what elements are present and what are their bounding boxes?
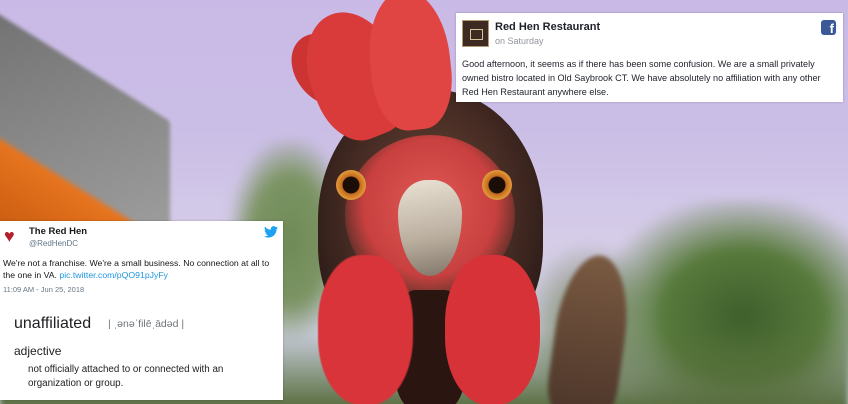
tweet-media-link[interactable]: pic.twitter.com/pQO91pJyFy (59, 270, 168, 280)
facebook-logo-icon: f (821, 20, 836, 35)
facebook-post-card: Red Hen Restaurant on Saturday f Good af… (456, 13, 843, 102)
post-body: Good afternoon, it seems as if there has… (462, 59, 821, 97)
tweet-author[interactable]: The Red Hen (29, 226, 87, 237)
definition-part-of-speech: adjective (14, 344, 62, 358)
rooster-wattle (318, 255, 413, 404)
red-hen-avatar-icon[interactable]: ♥ (4, 226, 24, 246)
post-author[interactable]: Red Hen Restaurant (495, 21, 600, 33)
twitter-bird-icon (264, 226, 278, 238)
rooster-wattle (445, 255, 540, 404)
tweet-handle[interactable]: @RedHenDC (29, 239, 78, 248)
definition-meaning: not officially attached to or connected … (28, 364, 224, 389)
tweet-timestamp[interactable]: 11:09 AM - Jun 25, 2018 (3, 285, 84, 294)
tweet-text: We're not a franchise. We're a small bus… (3, 258, 270, 280)
rooster-eye-right (482, 170, 512, 200)
tweet-card: ♥ The Red Hen @RedHenDC We're not a fran… (0, 221, 283, 400)
post-timestamp[interactable]: on Saturday (495, 36, 544, 46)
definition-pronunciation: | ˌənəˈfilēˌādəd | (108, 318, 185, 330)
rooster-eye-left (336, 170, 366, 200)
definition-word: unaffiliated (14, 315, 92, 332)
restaurant-avatar[interactable] (462, 20, 489, 47)
